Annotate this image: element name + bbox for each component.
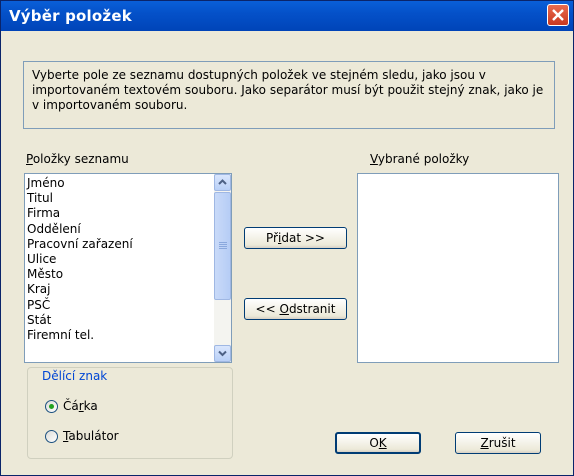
list-item[interactable]: Firma <box>27 206 213 221</box>
list-item[interactable]: Oddělení <box>27 222 213 237</box>
list-item[interactable]: Firemní tel. <box>27 328 213 343</box>
dialog-window: Výběr položek Vyberte pole ze seznamu do… <box>0 0 574 476</box>
radio-tab-label[interactable]: Tabulátor <box>63 429 119 443</box>
list-item[interactable]: Ulice <box>27 252 213 267</box>
remove-button[interactable]: << Odstranit <box>244 298 347 320</box>
cancel-button[interactable]: Zrušit <box>455 432 541 454</box>
separator-group-label: Dělící znak <box>40 369 110 383</box>
list-item[interactable]: Pracovní zařazení <box>27 237 213 252</box>
list-scrollbar[interactable] <box>214 174 231 362</box>
list-item[interactable]: Titul <box>27 191 213 206</box>
dialog-title: Výběr položek <box>9 7 132 25</box>
title-bar[interactable]: Výběr položek <box>1 1 573 31</box>
list-item[interactable]: Kraj <box>27 282 213 297</box>
selected-list-label: Vybrané položky <box>370 152 470 166</box>
radio-comma-label[interactable]: Čárka <box>63 399 98 413</box>
add-button[interactable]: Přidat >> <box>244 227 347 249</box>
available-list-label: Položky seznamu <box>26 152 129 166</box>
list-item[interactable]: PSČ <box>27 298 213 313</box>
ok-button[interactable]: OK <box>335 432 421 454</box>
scroll-down-button[interactable] <box>214 345 231 362</box>
list-item[interactable]: Město <box>27 267 213 282</box>
chevron-down-icon <box>218 350 227 357</box>
chevron-up-icon <box>218 179 227 185</box>
available-fields-list[interactable]: Jméno Titul Firma Oddělení Pracovní zařazení… <box>24 173 232 363</box>
radio-tab-circle[interactable] <box>45 430 58 443</box>
scroll-thumb[interactable] <box>214 192 231 300</box>
radio-comma-circle[interactable] <box>45 400 58 413</box>
selected-fields-list[interactable] <box>357 173 559 363</box>
scroll-up-button[interactable] <box>214 174 231 191</box>
list-item[interactable]: Stát <box>27 313 213 328</box>
list-item[interactable]: Jméno <box>27 176 213 191</box>
close-icon <box>552 9 564 21</box>
close-button[interactable] <box>547 4 569 26</box>
info-text: Vyberte pole ze seznamu dostupných polož… <box>23 61 555 129</box>
